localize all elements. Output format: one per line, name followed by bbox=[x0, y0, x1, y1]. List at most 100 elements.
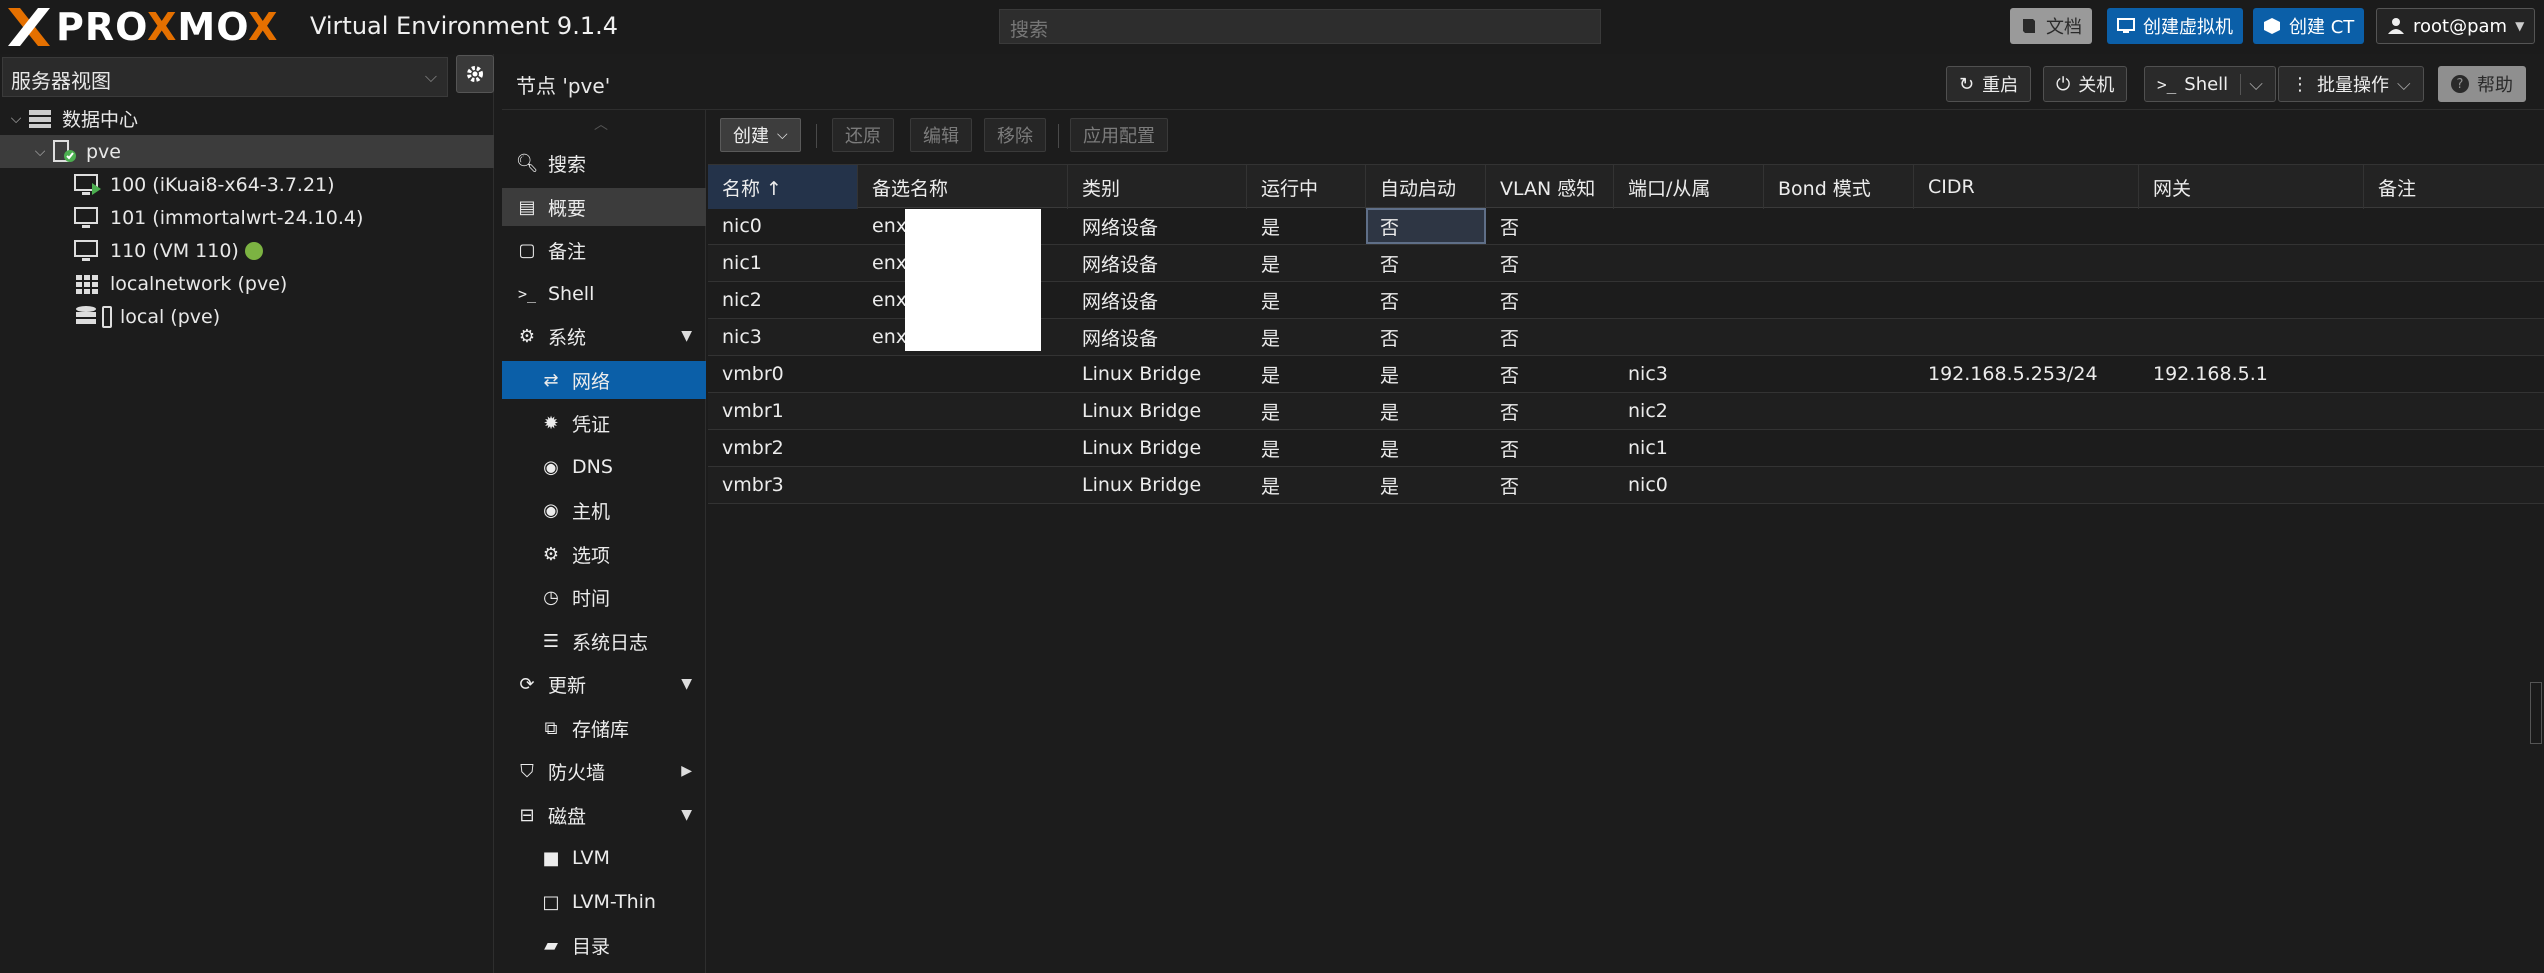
table-cell: 是 bbox=[1380, 475, 1400, 498]
scroll-up-icon[interactable]: ︿ bbox=[594, 114, 608, 134]
nav-summary[interactable]: ▤ 概要 bbox=[502, 188, 706, 226]
tree-item-vm-100[interactable]: 100 (iKuai8-x64-3.7.21) bbox=[0, 168, 494, 201]
user-menu-button[interactable]: root@pam ▼ bbox=[2376, 8, 2536, 44]
nav-certificates[interactable]: ✹ 凭证 bbox=[502, 404, 706, 442]
reboot-label: 重启 bbox=[1982, 75, 2019, 96]
power-icon: ⏻ bbox=[2056, 73, 2071, 95]
table-cell: vmbr0 bbox=[722, 363, 784, 385]
col-bond-mode[interactable]: Bond 模式 bbox=[1764, 165, 1914, 209]
table-header: 名称 ↑ 备选名称 类别 运行中 自动启动 VLAN 感知 端口/从属 Bond… bbox=[708, 164, 2544, 209]
nav-updates[interactable]: ⟳ 更新 ▼ bbox=[502, 665, 706, 703]
edit-button[interactable]: 编辑 bbox=[910, 118, 972, 152]
certificate-icon: ✹ bbox=[543, 412, 559, 434]
vm-icon bbox=[74, 239, 98, 261]
book-icon: ▤ bbox=[518, 196, 536, 218]
square-icon: ■ bbox=[542, 847, 560, 869]
col-ports[interactable]: 端口/从属 bbox=[1614, 165, 1764, 209]
docs-button[interactable]: 文档 bbox=[2010, 8, 2092, 44]
exchange-icon: ⇄ bbox=[543, 369, 559, 391]
reboot-icon: ↻ bbox=[1959, 73, 1975, 95]
revert-button[interactable]: 还原 bbox=[832, 118, 894, 152]
table-cell bbox=[858, 467, 1068, 503]
nav-hosts[interactable]: ◉ 主机 bbox=[502, 491, 706, 529]
table-cell bbox=[1764, 282, 1914, 318]
create-ct-button[interactable]: 创建 CT bbox=[2253, 8, 2365, 44]
table-cell bbox=[1764, 208, 1914, 244]
nav-options[interactable]: ⚙ 选项 bbox=[502, 535, 706, 573]
reboot-button[interactable]: ↻ 重启 bbox=[1946, 66, 2032, 102]
nav-lvm-thin[interactable]: □ LVM-Thin bbox=[502, 883, 706, 921]
tree-item-pve[interactable]: ⌵ pve bbox=[0, 135, 494, 168]
col-vlan-aware[interactable]: VLAN 感知 bbox=[1486, 165, 1614, 209]
bulk-actions-button[interactable]: ⋮ 批量操作 ⌵ bbox=[2278, 66, 2424, 102]
col-autostart[interactable]: 自动启动 bbox=[1366, 165, 1486, 209]
tree-item-label: 数据中心 bbox=[62, 109, 139, 131]
nav-network[interactable]: ⇄ 网络 bbox=[502, 361, 706, 399]
nav-system[interactable]: ⚙ 系统 ▼ bbox=[502, 317, 706, 355]
chevron-down-icon: ⌵ bbox=[424, 67, 437, 86]
shell-label: Shell bbox=[2184, 73, 2229, 95]
table-row[interactable]: vmbr3 Linux Bridge 是 是 否 nic0 bbox=[708, 467, 2544, 504]
help-button[interactable]: ? 帮助 bbox=[2438, 66, 2526, 102]
datacenter-icon bbox=[29, 109, 51, 128]
nav-lvm[interactable]: ■ LVM bbox=[502, 839, 706, 877]
table-cell bbox=[1764, 467, 1914, 503]
table-cell bbox=[2139, 245, 2364, 281]
nav-directory[interactable]: ▰ 目录 bbox=[502, 926, 706, 964]
col-name[interactable]: 名称 ↑ bbox=[708, 165, 858, 209]
table-cell: 是 bbox=[1261, 290, 1281, 313]
chevron-down-icon[interactable]: ⌵ bbox=[2240, 73, 2263, 95]
toolbar-separator bbox=[1058, 124, 1059, 148]
remove-button[interactable]: 移除 bbox=[984, 118, 1046, 152]
search-input[interactable]: 搜索 bbox=[999, 9, 1601, 44]
nav-syslog[interactable]: ☰ 系统日志 bbox=[502, 622, 706, 660]
table-cell: nic2 bbox=[1628, 400, 1668, 422]
table-cell bbox=[1764, 393, 1914, 429]
chevron-right-icon: ▶ bbox=[681, 763, 692, 779]
nav-label: 防火墙 bbox=[548, 761, 606, 784]
collapse-icon[interactable]: ⌵ bbox=[6, 111, 26, 127]
col-altname[interactable]: 备选名称 bbox=[858, 165, 1068, 209]
view-select[interactable]: 服务器视图 ⌵ bbox=[2, 57, 448, 97]
tree-item-datacenter[interactable]: ⌵ 数据中心 bbox=[0, 102, 494, 135]
question-icon: ? bbox=[2451, 75, 2469, 93]
table-row[interactable]: vmbr2 Linux Bridge 是 是 否 nic1 bbox=[708, 430, 2544, 467]
nav-time[interactable]: ◷ 时间 bbox=[502, 578, 706, 616]
nav-repositories[interactable]: ⧉ 存储库 bbox=[502, 709, 706, 747]
create-vm-button[interactable]: 创建虚拟机 bbox=[2107, 8, 2243, 44]
chevron-down-icon: ▼ bbox=[681, 807, 692, 823]
table-cell bbox=[858, 393, 1068, 429]
col-type[interactable]: 类别 bbox=[1068, 165, 1247, 209]
nav-label: LVM-Thin bbox=[572, 891, 656, 913]
nav-dns[interactable]: ◉ DNS bbox=[502, 448, 706, 486]
tree-item-vm-101[interactable]: 101 (immortalwrt-24.10.4) bbox=[0, 201, 494, 234]
tree-item-vm-110[interactable]: 110 (VM 110) bbox=[0, 234, 494, 267]
table-cell: 192.168.5.1 bbox=[2153, 363, 2268, 385]
table-row[interactable]: vmbr1 Linux Bridge 是 是 否 nic2 bbox=[708, 393, 2544, 430]
table-cell: Linux Bridge bbox=[1082, 474, 1202, 496]
shutdown-button[interactable]: ⏻ 关机 bbox=[2043, 66, 2128, 102]
tree-settings-button[interactable] bbox=[456, 55, 494, 93]
apply-config-button[interactable]: 应用配置 bbox=[1070, 118, 1168, 152]
tree-item-local-storage[interactable]: local (pve) bbox=[0, 300, 494, 333]
nav-shell[interactable]: >_ Shell bbox=[502, 275, 706, 313]
proxmox-logo[interactable]: PROXMOX bbox=[6, 4, 278, 50]
table-cell: nic3 bbox=[1628, 363, 1668, 385]
tree-item-localnetwork[interactable]: localnetwork (pve) bbox=[0, 267, 494, 300]
shell-button[interactable]: >_ Shell ⌵ bbox=[2144, 66, 2276, 102]
table-cell bbox=[2364, 208, 2544, 244]
col-comment[interactable]: 备注 bbox=[2364, 165, 2544, 209]
col-cidr[interactable]: CIDR bbox=[1914, 165, 2139, 209]
nav-disks[interactable]: ⊟ 磁盘 ▼ bbox=[502, 796, 706, 834]
resize-handle[interactable] bbox=[2530, 682, 2542, 744]
nav-search[interactable]: 🔍︎ 搜索 bbox=[502, 144, 706, 182]
col-active[interactable]: 运行中 bbox=[1247, 165, 1366, 209]
table-cell bbox=[2364, 319, 2544, 355]
nav-firewall[interactable]: ⛉ 防火墙 ▶ bbox=[502, 752, 706, 790]
nav-notes[interactable]: ▢ 备注 bbox=[502, 231, 706, 269]
table-row[interactable]: vmbr0 Linux Bridge 是 是 否 nic3 192.168.5.253/24… bbox=[708, 356, 2544, 393]
col-gateway[interactable]: 网关 bbox=[2139, 165, 2364, 209]
collapse-icon[interactable]: ⌵ bbox=[30, 144, 50, 160]
table-cell: nic1 bbox=[722, 252, 762, 274]
create-button[interactable]: 创建 ⌵ bbox=[720, 118, 801, 152]
